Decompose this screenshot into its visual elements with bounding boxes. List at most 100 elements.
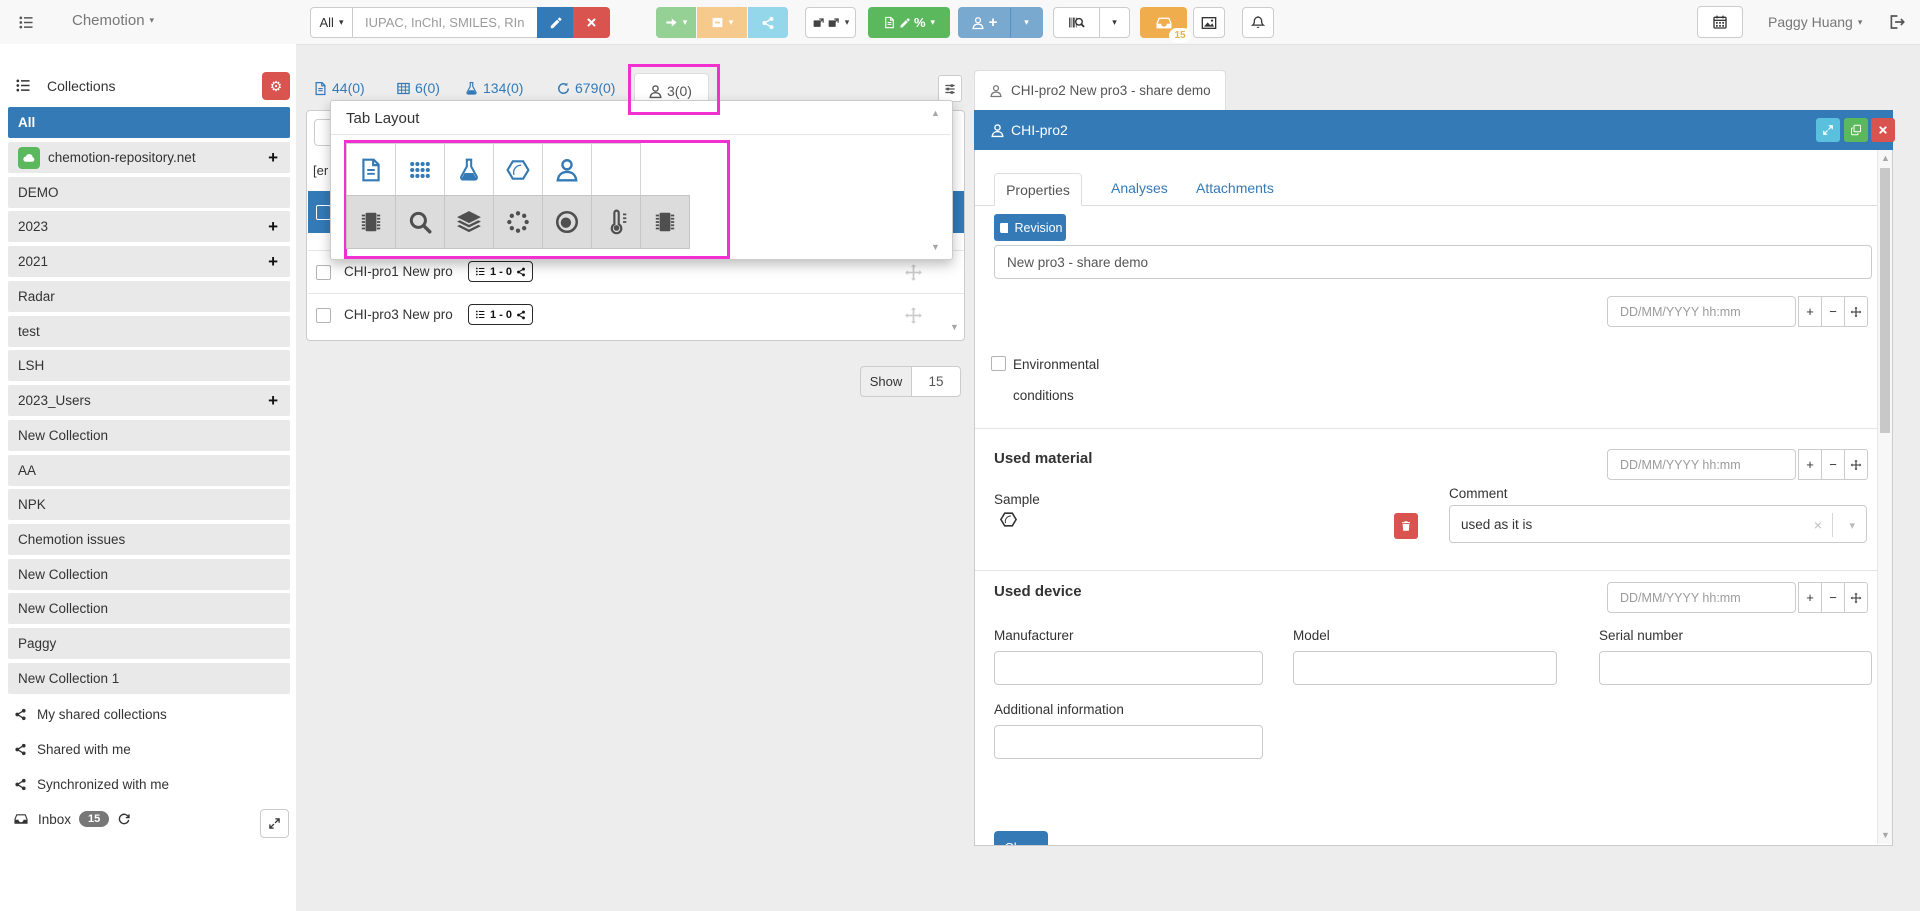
tab-layout-flask-icon[interactable] [444,143,494,196]
tab-layout-document-icon[interactable] [346,143,396,196]
add-subcollection-button[interactable]: + [268,252,278,272]
tab-layout-settings-button[interactable] [938,75,962,102]
select-all-checkbox[interactable] [316,205,331,220]
nav-hamburger-icon[interactable] [18,14,35,31]
sample-hexagon-icon[interactable] [999,510,1018,529]
tab-screens[interactable]: 679(0) [556,80,615,96]
sidebar-link-inbox[interactable]: Inbox15 [14,807,141,831]
scroll-down-arrow-icon[interactable]: ▼ [950,323,959,332]
add-subcollection-button[interactable]: + [268,391,278,411]
move-row-button[interactable] [1844,296,1868,327]
model-input[interactable] [1293,651,1557,685]
revision-button[interactable]: Revision [994,214,1066,241]
list-item-chi-pro3[interactable]: CHI-pro3 New pro 1 - 0 [308,293,964,336]
close-button[interactable]: Close [994,831,1048,846]
tab-attachments[interactable]: Attachments [1196,180,1274,196]
tab-layout-thermometer-icon[interactable] [591,195,641,249]
report-button[interactable]: %▾ [868,7,950,38]
datetime-input[interactable] [1607,582,1796,613]
remove-row-button[interactable]: − [1821,296,1845,327]
add-row-button[interactable]: + [1798,582,1822,613]
tab-layout-chip2-icon[interactable] [640,195,690,249]
environmental-conditions-checkbox[interactable] [991,356,1006,371]
add-row-button[interactable]: + [1798,296,1822,327]
tab-layout-person-icon[interactable] [542,143,592,196]
scroll-down-arrow-icon[interactable]: ▼ [931,243,940,252]
collections-count-badge[interactable]: 1 - 0 [468,261,533,282]
row-checkbox[interactable] [316,308,331,323]
sidebar-link-synchronized-with-me[interactable]: Synchronized with me [14,772,169,796]
element-name[interactable]: CHI-pro1 New pro [344,264,453,279]
close-panel-button[interactable] [1871,118,1895,142]
row-checkbox[interactable] [316,265,331,280]
serial-number-input[interactable] [1599,651,1872,685]
detail-tab[interactable]: CHI-pro2 New pro3 - share demo [974,70,1226,110]
datetime-input[interactable] [1607,296,1796,327]
add-row-button[interactable]: + [1798,449,1822,480]
datetime-input[interactable] [1607,449,1796,480]
sidebar-item-2023[interactable]: 2023+ [8,211,290,242]
remove-row-button[interactable]: − [1821,582,1845,613]
add-subcollection-button[interactable]: + [268,217,278,237]
tab-layout-empty-cell[interactable] [591,143,641,196]
sidebar-item-lsh[interactable]: LSH [8,350,290,381]
search-input[interactable] [352,7,538,38]
clear-search-button[interactable] [573,7,610,38]
scan-code-caret-button[interactable]: ▾ [1099,7,1130,38]
move-row-button[interactable] [1844,449,1868,480]
manufacturer-input[interactable] [994,651,1263,685]
clear-select-icon[interactable]: × [1814,517,1822,533]
sidebar-item-2021[interactable]: 2021+ [8,246,290,277]
page-size-input[interactable] [911,366,961,397]
scroll-down-arrow-icon[interactable]: ▼ [1881,831,1890,840]
comment-select[interactable]: used as it is × ▾ [1449,505,1867,543]
brand-menu[interactable]: Chemotion▾ [72,12,154,29]
sidebar-item-new-collection[interactable]: New Collection [8,420,290,451]
drag-handle[interactable] [904,263,923,282]
expand-inbox-button[interactable] [260,809,289,838]
drag-handle[interactable] [904,306,923,325]
sidebar-item-test[interactable]: test [8,316,290,347]
tab-layout-hexagon-icon[interactable] [493,143,543,196]
sidebar-item-radar[interactable]: Radar [8,281,290,312]
scroll-up-arrow-icon[interactable]: ▲ [1881,154,1890,163]
sidebar-item-new-collection-1[interactable]: New Collection 1 [8,663,290,694]
sidebar-item-all[interactable]: All [8,107,290,138]
manage-collections-button[interactable]: ⚙ [262,72,290,100]
scrollbar-thumb[interactable] [1880,168,1890,433]
sidebar-item-paggy[interactable]: Paggy [8,628,290,659]
delete-material-button[interactable] [1394,513,1418,539]
tab-layout-layers-icon[interactable] [444,195,494,249]
tab-layout-spinner-icon[interactable] [493,195,543,249]
tab-properties[interactable]: Properties [994,173,1082,206]
tab-analyses[interactable]: Analyses [1111,180,1168,196]
tab-wellplates[interactable]: 6(0) [396,80,440,96]
sidebar-item-2023-users[interactable]: 2023_Users+ [8,385,290,416]
additional-information-input[interactable] [994,725,1263,759]
name-input[interactable] [994,245,1872,279]
sidebar-item-npk[interactable]: NPK [8,489,290,520]
move-to-collection-button[interactable]: ▾ [656,7,696,38]
notifications-button[interactable] [1242,7,1274,38]
sign-out-button[interactable] [1888,13,1906,31]
sidebar-item-demo[interactable]: DEMO [8,177,290,208]
calendar-button[interactable] [1697,6,1743,38]
share-button[interactable] [748,7,788,38]
remove-from-collection-button[interactable]: ▾ [697,7,747,38]
copy-button[interactable] [1844,118,1868,142]
user-menu[interactable]: Paggy Huang▾ [1768,14,1862,30]
tab-reactions[interactable]: 134(0) [464,80,523,96]
sidebar-link-shared-with-me[interactable]: Shared with me [14,737,131,761]
move-row-button[interactable] [1844,582,1868,613]
sidebar-item-new-collection-2[interactable]: New Collection [8,559,290,590]
detail-scrollbar[interactable]: ▲ ▼ [1877,150,1892,844]
collections-count-badge[interactable]: 1 - 0 [468,304,533,325]
tab-layout-wellplate-icon[interactable] [395,143,445,196]
scroll-up-arrow-icon[interactable]: ▲ [931,109,940,118]
sidebar-link-my-shared-collections[interactable]: My shared collections [14,702,167,726]
sidebar-item-chemotion-issues[interactable]: Chemotion issues [8,524,290,555]
chevron-down-icon[interactable]: ▾ [1849,521,1855,532]
sidebar-item-new-collection-3[interactable]: New Collection [8,593,290,624]
search-scope-button[interactable]: All▾ [310,7,353,38]
scan-code-button[interactable] [1053,7,1100,38]
